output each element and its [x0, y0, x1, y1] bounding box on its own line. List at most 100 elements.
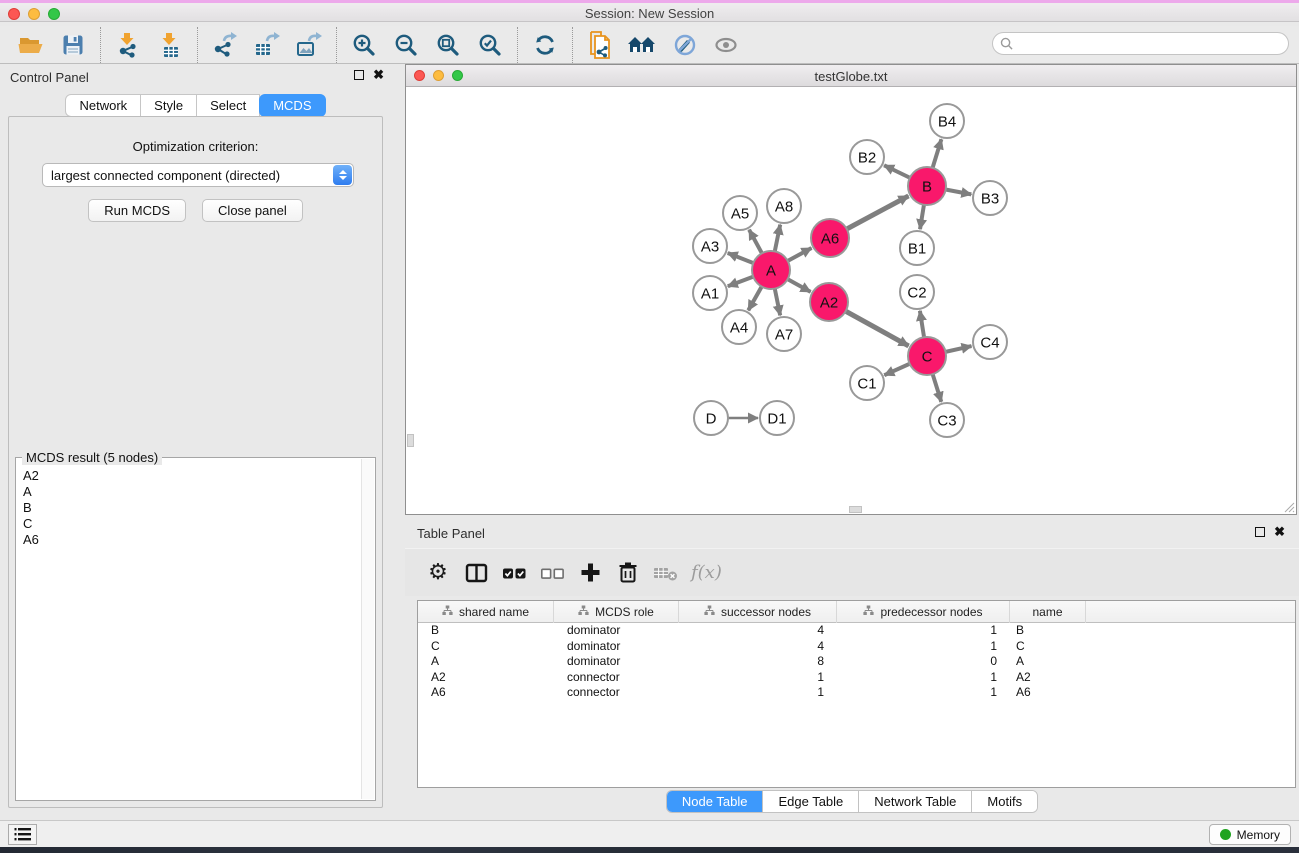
graph-node-A5[interactable]: A5 — [723, 196, 757, 230]
graph-node-A8[interactable]: A8 — [767, 189, 801, 223]
table-cell: 8 — [679, 654, 837, 670]
export-network-button[interactable] — [204, 28, 246, 62]
table-settings-button[interactable]: ⚙ — [421, 556, 455, 590]
graph-node-label: B3 — [981, 191, 999, 208]
column-header-label: name — [1032, 605, 1062, 619]
horizontal-scroll-thumb[interactable] — [849, 506, 862, 513]
hide-graphics-details-icon — [671, 33, 697, 57]
tab-motifs[interactable]: Motifs — [971, 791, 1037, 812]
graph-node-label: A2 — [820, 295, 838, 312]
float-table-panel-icon[interactable] — [1255, 527, 1265, 537]
create-column-button[interactable] — [573, 556, 607, 590]
column-header-mcds-role[interactable]: MCDS role — [554, 601, 679, 623]
duplicate-network-button[interactable] — [579, 28, 621, 62]
memory-button[interactable]: Memory — [1209, 824, 1291, 845]
import-table-button[interactable] — [149, 28, 191, 62]
table-row-b[interactable]: Bdominator41B — [418, 623, 1295, 639]
tab-style[interactable]: Style — [140, 94, 197, 117]
delete-table-button[interactable] — [649, 556, 683, 590]
criterion-dropdown[interactable]: largest connected component (directed) — [42, 163, 354, 187]
graph-node-A[interactable]: A — [752, 251, 790, 289]
graph-node-C[interactable]: C — [908, 337, 946, 375]
graph-node-B3[interactable]: B3 — [973, 181, 1007, 215]
show-columns-button[interactable] — [459, 556, 493, 590]
column-header-label: successor nodes — [721, 605, 811, 619]
graph-node-C1[interactable]: C1 — [850, 366, 884, 400]
graph-node-A7[interactable]: A7 — [767, 317, 801, 351]
sort-hierarchy-icon — [578, 605, 589, 619]
graph-node-C3[interactable]: C3 — [930, 403, 964, 437]
table-row-a[interactable]: Adominator80A — [418, 654, 1295, 670]
home-view-button[interactable] — [621, 28, 663, 62]
result-item-a6[interactable]: A6 — [17, 532, 360, 548]
table-cell: 4 — [679, 623, 837, 639]
result-item-a[interactable]: A — [17, 484, 360, 500]
run-mcds-button[interactable]: Run MCDS — [88, 199, 186, 222]
graph-node-B4[interactable]: B4 — [930, 104, 964, 138]
task-history-button[interactable] — [8, 824, 37, 845]
zoom-fit-button[interactable] — [427, 28, 469, 62]
tab-mcds[interactable]: MCDS — [259, 94, 325, 117]
result-scrollbar[interactable] — [361, 459, 374, 799]
file-group — [4, 27, 100, 63]
graphics-details-button[interactable] — [663, 28, 705, 62]
delete-columns-button[interactable] — [611, 556, 645, 590]
column-header-name[interactable]: name — [1010, 601, 1086, 623]
tab-node-table[interactable]: Node Table — [667, 791, 763, 812]
graph-node-D1[interactable]: D1 — [760, 401, 794, 435]
graph-node-A4[interactable]: A4 — [722, 310, 756, 344]
open-session-button[interactable] — [10, 28, 52, 62]
function-builder-button[interactable]: f(x) — [691, 562, 722, 583]
save-session-button[interactable] — [52, 28, 94, 62]
network-canvas[interactable]: B4 B2 B B3 A8 A5 A6 A3 B1 A C2 A1 A2 A4 A7 C4 C C1 D D1 C3 — [406, 87, 1296, 514]
criterion-dropdown-value: largest connected component (directed) — [43, 168, 333, 183]
graph-node-A6[interactable]: A6 — [811, 219, 849, 257]
zoom-in-button[interactable] — [343, 28, 385, 62]
select-all-rows-button[interactable] — [497, 556, 531, 590]
deselect-all-rows-button[interactable] — [535, 556, 569, 590]
tab-network-table[interactable]: Network Table — [858, 791, 971, 812]
resize-grip-icon[interactable] — [1283, 501, 1295, 513]
tab-edge-table[interactable]: Edge Table — [762, 791, 858, 812]
float-panel-icon[interactable] — [354, 70, 364, 80]
graph-node-A3[interactable]: A3 — [693, 229, 727, 263]
graph-node-C4[interactable]: C4 — [973, 325, 1007, 359]
graph-node-D[interactable]: D — [694, 401, 728, 435]
zoom-selected-button[interactable] — [469, 28, 511, 62]
network-window-title: testGlobe.txt — [406, 69, 1296, 84]
graph-node-C2[interactable]: C2 — [900, 275, 934, 309]
close-panel-button[interactable]: Close panel — [202, 199, 303, 222]
graph-node-B[interactable]: B — [908, 167, 946, 205]
apply-layout-button[interactable] — [524, 28, 566, 62]
close-panel-icon[interactable]: ✖ — [373, 70, 384, 80]
result-item-a2[interactable]: A2 — [17, 468, 360, 484]
graph-node-label: D — [706, 411, 717, 428]
list-icon — [14, 827, 32, 842]
table-cell: 1 — [837, 623, 1010, 639]
table-cell: A2 — [418, 670, 554, 686]
vertical-scroll-thumb[interactable] — [407, 434, 414, 447]
tab-select[interactable]: Select — [196, 94, 260, 117]
import-network-button[interactable] — [107, 28, 149, 62]
column-header-shared-name[interactable]: shared name — [418, 601, 554, 623]
graph-node-B2[interactable]: B2 — [850, 140, 884, 174]
table-row-a6[interactable]: A6connector11A6 — [418, 685, 1295, 701]
column-header-successor-nodes[interactable]: successor nodes — [679, 601, 837, 623]
graph-node-A1[interactable]: A1 — [693, 276, 727, 310]
table-cell: A6 — [1010, 685, 1086, 701]
graph-node-A2[interactable]: A2 — [810, 283, 848, 321]
search-input[interactable] — [1013, 34, 1288, 53]
export-table-button[interactable] — [246, 28, 288, 62]
table-row-c[interactable]: Cdominator41C — [418, 639, 1295, 655]
tab-network[interactable]: Network — [65, 94, 141, 117]
bird-eye-view-button[interactable] — [705, 28, 747, 62]
result-item-c[interactable]: C — [17, 516, 360, 532]
graph-node-B1[interactable]: B1 — [900, 231, 934, 265]
table-panel-title: Table Panel — [417, 526, 485, 541]
export-image-button[interactable] — [288, 28, 330, 62]
close-table-panel-icon[interactable]: ✖ — [1274, 527, 1285, 537]
table-row-a2[interactable]: A2connector11A2 — [418, 670, 1295, 686]
result-item-b[interactable]: B — [17, 500, 360, 516]
column-header-predecessor-nodes[interactable]: predecessor nodes — [837, 601, 1010, 623]
zoom-out-button[interactable] — [385, 28, 427, 62]
